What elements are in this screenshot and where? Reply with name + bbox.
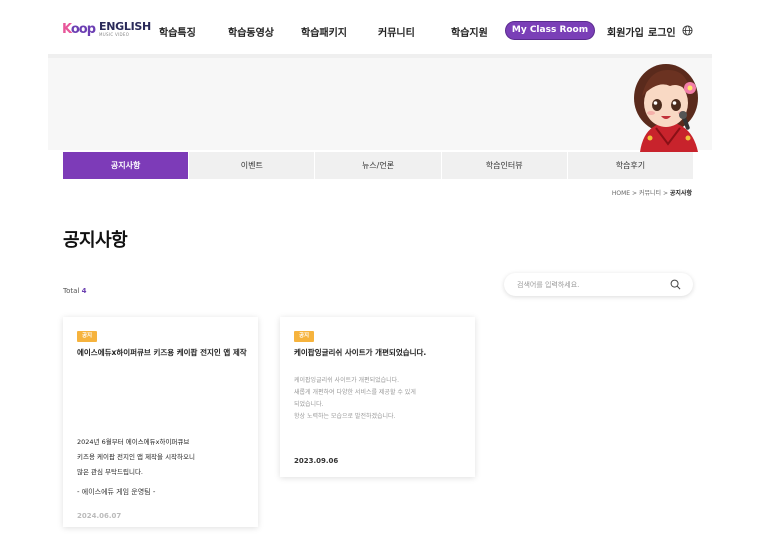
card-body-line: 새롭게 개편하여 다양한 서비스를 제공할 수 있게 [294,389,416,396]
card-title[interactable]: 에이스에듀x하이퍼큐브 키즈용 케이팝 전지인 앱 제작 [77,347,247,358]
total-count: Total 4 [63,287,86,295]
card-body: 2024년 6월부터 에이스에듀x하이퍼큐브 키즈용 케이팝 전지인 앱 제작을… [77,435,195,480]
mascot-character-image [634,64,698,152]
notice-card[interactable]: 공지 케이팝잉글리쉬 사이트가 개편되었습니다. 케이팝잉글리쉬 사이트가 개편… [280,317,475,477]
breadcrumb-separator: > [631,190,638,197]
globe-icon[interactable] [682,25,693,36]
card-body-line: 키즈용 케이팝 전지인 앱 제작을 시작하오니 [77,453,195,461]
nav-item-videos[interactable]: 학습동영상 [228,24,274,39]
my-class-room-button[interactable]: My Class Room [506,22,594,39]
tab-interview[interactable]: 학습인터뷰 [442,152,568,179]
tab-review[interactable]: 학습후기 [568,152,693,179]
card-body-line: 케이팝잉글리쉬 사이트가 개편되었습니다. [294,377,400,384]
card-date: 2024.06.07 [77,512,122,520]
page-title: 공지사항 [63,230,128,251]
card-body-line: 되었습니다. [294,401,324,408]
login-link[interactable]: 로그인 [648,24,676,39]
breadcrumb-current: 공지사항 [669,190,692,197]
search-icon[interactable] [670,279,681,290]
total-number: 4 [81,287,87,295]
nav-item-packages[interactable]: 학습패키지 [301,24,347,39]
community-tabs: 공지사항 이벤트 뉴스/언론 학습인터뷰 학습후기 [63,152,693,179]
card-body-line: 2024년 6월부터 에이스에듀x하이퍼큐브 [77,438,190,446]
tab-news[interactable]: 뉴스/언론 [315,152,442,179]
nav-item-features[interactable]: 학습특징 [159,24,196,39]
total-label: Total [63,287,80,295]
card-date: 2023.09.06 [294,457,339,465]
breadcrumb: HOME > 커뮤니티 > 공지사항 [612,188,692,197]
notice-badge: 공지 [77,331,98,342]
hero-banner [48,58,712,150]
card-body-line: 많은 관심 부탁드립니다. [77,468,143,476]
notice-badge: 공지 [294,331,315,342]
notice-card[interactable]: 공지 에이스에듀x하이퍼큐브 키즈용 케이팝 전지인 앱 제작 2024년 6월… [63,317,258,527]
search-input[interactable] [517,278,667,291]
breadcrumb-separator: > [662,190,668,197]
tab-event[interactable]: 이벤트 [189,152,316,179]
search-box [504,273,693,296]
breadcrumb-section[interactable]: 커뮤니티 [639,190,661,197]
card-body-line: 항상 노력하는 모습으로 발전하겠습니다. [294,413,396,420]
nav-item-support[interactable]: 학습지원 [451,24,488,39]
breadcrumb-home[interactable]: HOME [612,190,630,197]
card-title[interactable]: 케이팝잉글리쉬 사이트가 개편되었습니다. [294,347,426,358]
site-header: Koop ENGLISH MUSIC VIDEO 학습특징 학습동영상 학습패키… [48,0,712,58]
card-signature: - 에이스에듀 게임 운영팀 - [77,488,156,496]
tab-notice[interactable]: 공지사항 [63,152,190,179]
card-body: 케이팝잉글리쉬 사이트가 개편되었습니다. 새롭게 개편하여 다양한 서비스를 … [294,375,416,423]
nav-item-community[interactable]: 커뮤니티 [378,24,415,40]
main-nav: 학습특징 학습동영상 학습패키지 커뮤니티 학습지원 My Class Room… [48,22,712,42]
signup-link[interactable]: 회원가입 [607,24,644,39]
